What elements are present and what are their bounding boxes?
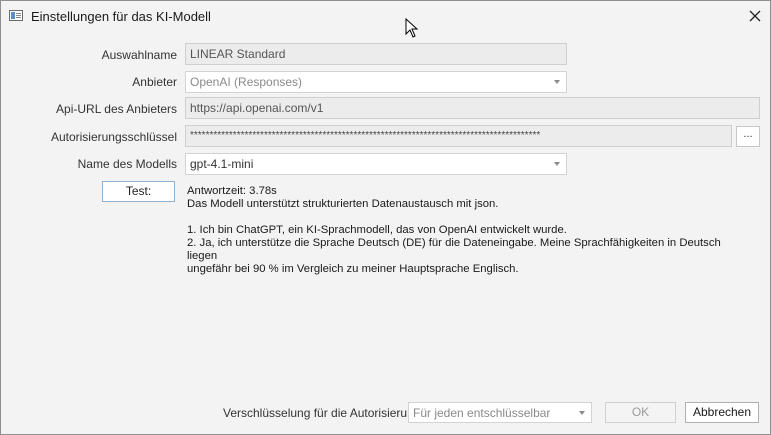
response-line: ungefähr bei 90 % im Vergleich zu meiner…: [187, 263, 519, 275]
anbieter-dropdown[interactable]: OpenAI (Responses): [185, 71, 567, 93]
response-line: 2. Ja, ich unterstütze die Sprache Deuts…: [187, 237, 724, 262]
model-value: gpt-4.1-mini: [190, 157, 254, 171]
auth-key-label: Autorisierungsschlüssel: [50, 130, 177, 144]
close-button[interactable]: [743, 5, 767, 27]
auswahlname-field[interactable]: LINEAR Standard: [185, 43, 567, 65]
response-line: [187, 211, 747, 224]
test-button[interactable]: Test:: [102, 181, 175, 202]
chevron-down-icon: [554, 80, 560, 84]
auth-key-field[interactable]: ****************************************…: [185, 125, 732, 147]
encryption-dropdown[interactable]: Für jeden entschlüsselbar: [408, 402, 592, 423]
model-label: Name des Modells: [77, 157, 177, 171]
ok-button[interactable]: OK: [605, 402, 676, 423]
response-line: 1. Ich bin ChatGPT, ein KI-Sprachmodell,…: [187, 224, 567, 236]
model-dropdown[interactable]: gpt-4.1-mini: [185, 153, 567, 175]
title-bar: Einstellungen für das KI-Modell: [1, 1, 770, 32]
window-icon: [9, 10, 23, 21]
test-response: Antwortzeit: 3.78s Das Modell unterstütz…: [187, 185, 747, 276]
response-line: Antwortzeit: 3.78s: [187, 185, 277, 197]
auswahlname-label: Auswahlname: [101, 48, 177, 62]
response-line: Das Modell unterstützt strukturierten Da…: [187, 198, 499, 210]
auth-key-browse-button[interactable]: ...: [736, 126, 760, 147]
api-url-field[interactable]: https://api.openai.com/v1: [185, 97, 760, 119]
window-title: Einstellungen für das KI-Modell: [31, 9, 211, 24]
chevron-down-icon: [554, 162, 560, 166]
chevron-down-icon: [579, 411, 585, 415]
settings-dialog: Einstellungen für das KI-Modell Auswahln…: [0, 0, 771, 435]
encryption-label: Verschlüsselung für die Autorisierung: [223, 406, 421, 420]
anbieter-value: OpenAI (Responses): [190, 75, 303, 89]
cancel-button[interactable]: Abbrechen: [685, 402, 759, 423]
close-icon: [749, 10, 761, 22]
mouse-cursor-icon: [405, 18, 419, 38]
encryption-value: Für jeden entschlüsselbar: [413, 406, 551, 420]
anbieter-label: Anbieter: [132, 75, 177, 89]
api-url-label: Api-URL des Anbieters: [56, 102, 177, 116]
